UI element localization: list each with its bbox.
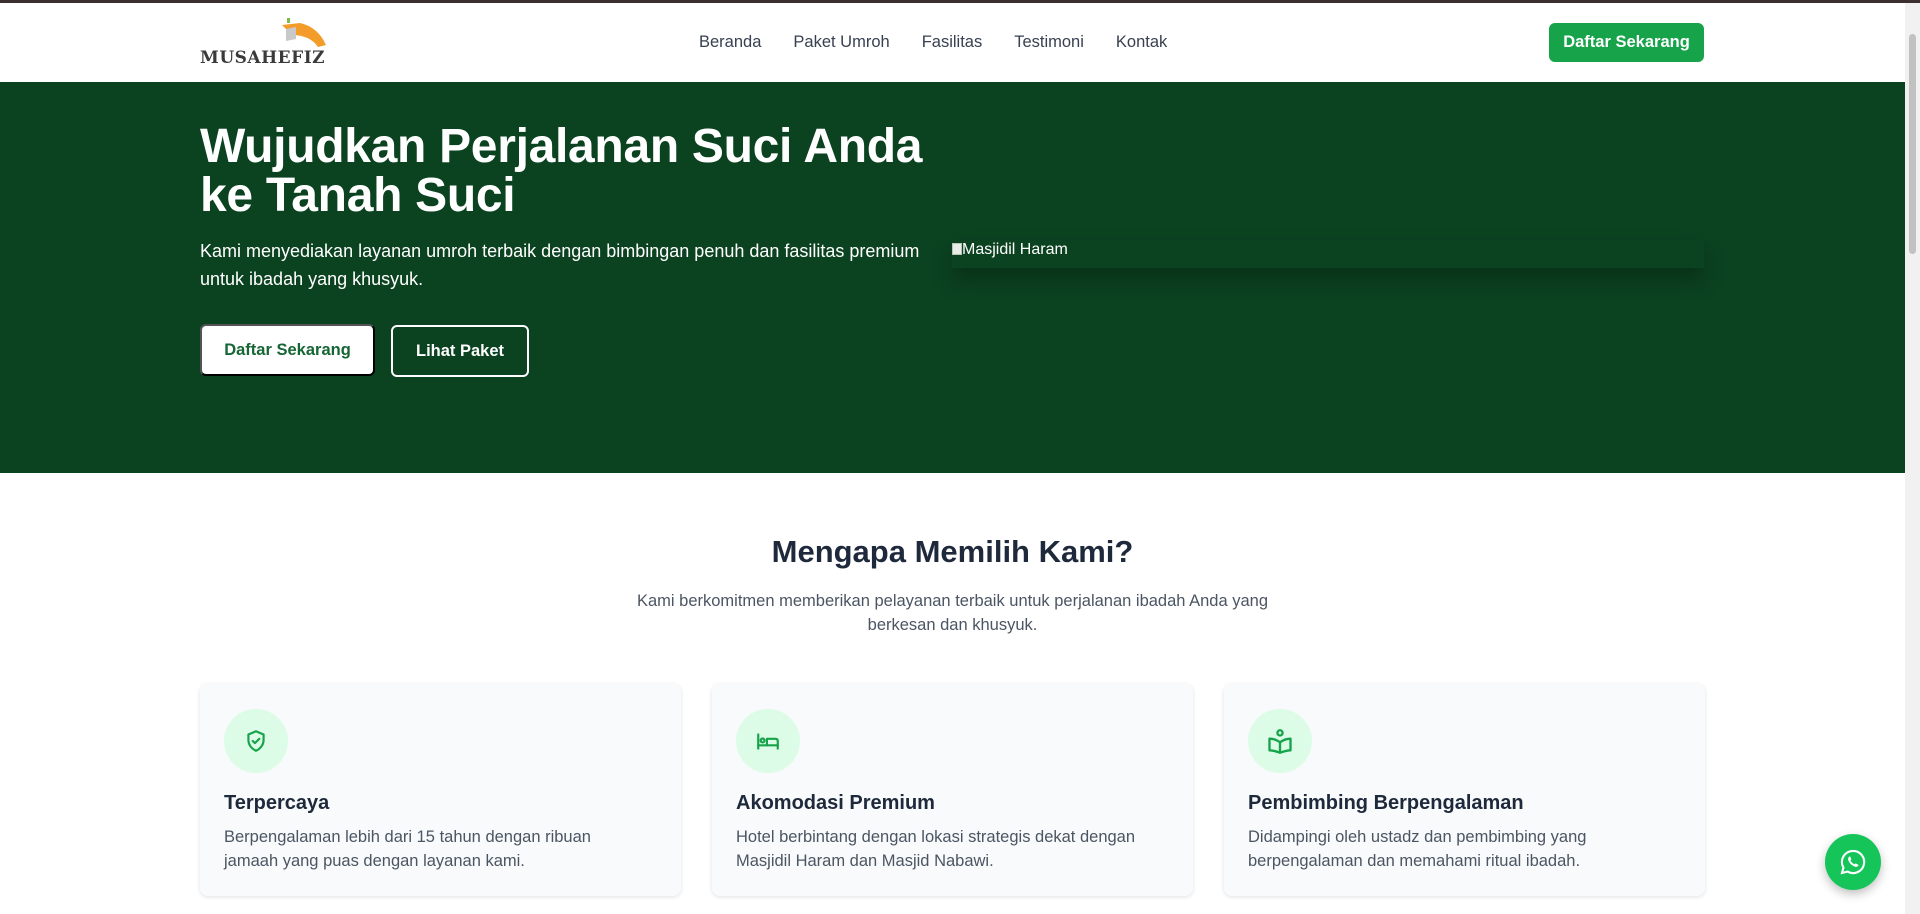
feature-card-terpercaya: Terpercaya Berpengalaman lebih dari 15 t… xyxy=(200,684,681,896)
feature-card-text: Berpengalaman lebih dari 15 tahun dengan… xyxy=(224,828,591,870)
feature-card-pembimbing: Pembimbing Berpengalaman Didampingi oleh… xyxy=(1224,684,1705,896)
nav-item-kontak[interactable]: Kontak xyxy=(1116,33,1167,52)
hero-subtitle: Kami menyediakan layanan umroh terbaik d… xyxy=(200,241,920,289)
feature-card-title: Pembimbing Berpengalaman xyxy=(1248,792,1524,814)
nav-item-beranda[interactable]: Beranda xyxy=(699,33,761,52)
feature-icon-circle xyxy=(224,709,288,773)
feature-card-title: Terpercaya xyxy=(224,792,330,814)
broken-image-icon xyxy=(952,243,962,255)
hero-image: Masjidil Haram xyxy=(952,240,1704,268)
brand-logo-text: MUSAHEFIZ xyxy=(200,48,326,68)
brand-logo[interactable]: MUSAHEFIZ xyxy=(200,15,332,73)
feature-card-text: Hotel berbintang dengan lokasi strategis… xyxy=(736,828,1136,870)
feature-card-title: Akomodasi Premium xyxy=(736,792,935,814)
whatsapp-icon xyxy=(1840,849,1866,875)
book-reader-icon xyxy=(1268,729,1292,754)
bed-icon xyxy=(757,733,779,750)
nav-item-testimoni[interactable]: Testimoni xyxy=(1014,33,1084,52)
hero-title: Wujudkan Perjalanan Suci Anda ke Tanah S… xyxy=(200,120,923,222)
feature-card-akomodasi: Akomodasi Premium Hotel berbintang denga… xyxy=(712,684,1193,896)
page-scrollbar[interactable] xyxy=(1905,3,1920,914)
shield-check-icon xyxy=(247,730,265,752)
scrollbar-thumb[interactable] xyxy=(1909,34,1916,254)
feature-icon-circle xyxy=(736,709,800,773)
navbar: MUSAHEFIZ Beranda Paket Umroh Fasilitas … xyxy=(0,3,1905,82)
feature-card-text: Didampingi oleh ustadz dan pembimbing ya… xyxy=(1248,828,1587,870)
whatsapp-floating-button[interactable] xyxy=(1825,834,1881,890)
why-section-title: Mengapa Memilih Kami? xyxy=(771,534,1134,569)
main-nav: Beranda Paket Umroh Fasilitas Testimoni … xyxy=(699,33,1199,52)
hero-image-alt-text: Masjidil Haram xyxy=(962,241,1068,258)
nav-item-fasilitas[interactable]: Fasilitas xyxy=(922,33,983,52)
hero-view-packages-button[interactable]: Lihat Paket xyxy=(391,325,529,377)
nav-register-button[interactable]: Daftar Sekarang xyxy=(1549,23,1704,62)
why-section-subtitle: Kami berkomitmen memberikan pelayanan te… xyxy=(636,592,1269,634)
feature-icon-circle xyxy=(1248,709,1312,773)
hero-register-button[interactable]: Daftar Sekarang xyxy=(200,324,375,376)
nav-item-paket-umroh[interactable]: Paket Umroh xyxy=(793,33,889,52)
hero-section: Wujudkan Perjalanan Suci Anda ke Tanah S… xyxy=(0,82,1905,473)
